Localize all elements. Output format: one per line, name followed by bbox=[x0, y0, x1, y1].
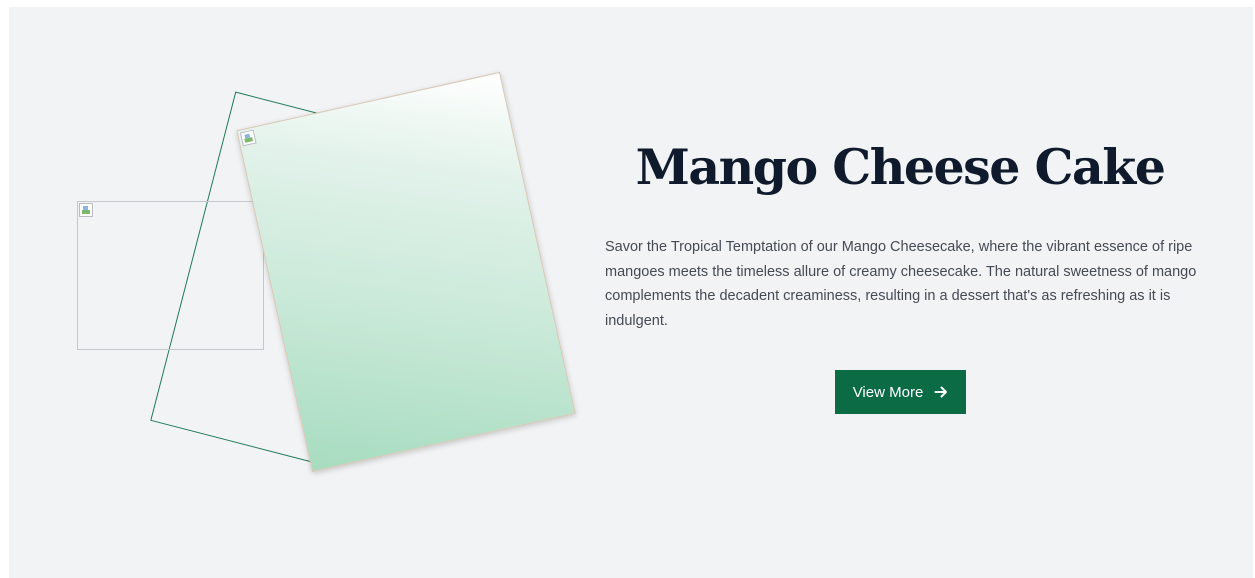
broken-image-icon bbox=[79, 203, 93, 217]
view-more-button[interactable]: View More bbox=[835, 370, 966, 414]
product-thumbnail bbox=[77, 201, 264, 350]
broken-image-icon bbox=[239, 129, 257, 147]
product-description: Savor the Tropical Temptation of our Man… bbox=[605, 239, 1197, 329]
product-title: Mango Cheese Cake bbox=[635, 138, 1166, 196]
view-more-label: View More bbox=[852, 383, 924, 401]
arrow-right-icon bbox=[934, 386, 948, 398]
